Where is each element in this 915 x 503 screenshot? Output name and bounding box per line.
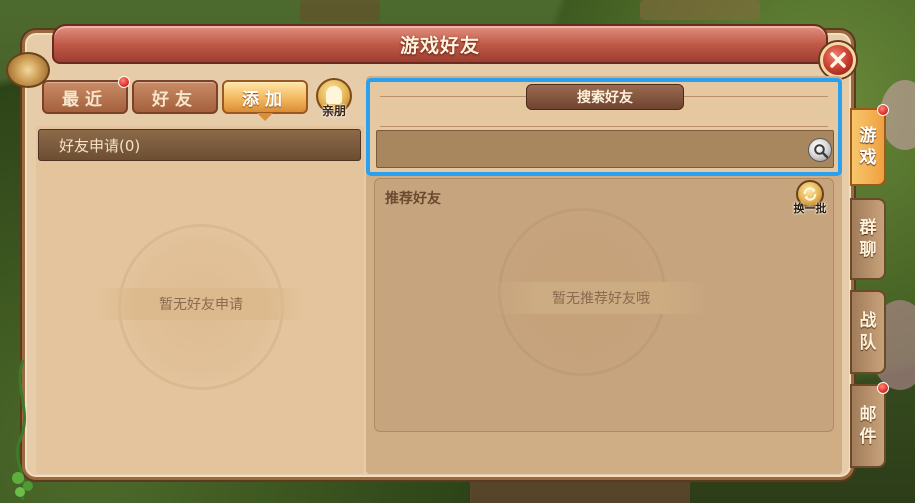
relatives-button[interactable]: 亲朋 <box>314 78 354 120</box>
tab-label: 添加 <box>242 89 288 110</box>
search-button[interactable] <box>808 138 832 162</box>
notification-badge <box>877 382 889 394</box>
tab-friends[interactable]: 好友 <box>132 80 218 114</box>
side-tab-char: 游 <box>859 125 877 146</box>
background-fence <box>640 0 760 20</box>
tab-label: 好友 <box>152 89 198 110</box>
notification-badge <box>118 76 130 88</box>
empty-recommend-band: 暂无推荐好友哦 <box>492 282 710 314</box>
notification-badge <box>877 104 889 116</box>
refresh-label: 换一批 <box>793 202 827 215</box>
tab-recent[interactable]: 最近 <box>42 80 128 114</box>
side-tab-char: 聊 <box>859 240 877 260</box>
empty-requests-text: 暂无好友申请 <box>159 297 243 313</box>
close-button[interactable] <box>820 42 856 78</box>
recommend-title: 推荐好友 <box>385 191 441 207</box>
side-tab-char: 队 <box>859 333 877 353</box>
tab-add[interactable]: 添加 <box>222 80 308 121</box>
search-title-label: 搜索好友 <box>577 90 633 106</box>
title-bar: 游戏好友 <box>52 24 828 64</box>
side-tab-mail[interactable]: 邮 件 <box>850 384 886 468</box>
friend-requests-label: 好友申请(0) <box>59 136 141 155</box>
side-tab-game[interactable]: 游 戏 <box>850 108 886 186</box>
side-tab-char: 戏 <box>859 148 877 168</box>
side-tab-char: 群 <box>859 217 877 238</box>
close-icon <box>830 52 846 68</box>
side-tab-char: 件 <box>859 427 877 447</box>
window-title: 游戏好友 <box>399 34 480 57</box>
side-tab-group-chat[interactable]: 群 聊 <box>850 198 886 280</box>
side-tab-char: 战 <box>859 310 877 331</box>
relatives-label: 亲朋 <box>321 104 346 118</box>
tab-label: 最近 <box>62 89 108 110</box>
refresh-button[interactable]: 换一批 <box>790 180 830 216</box>
search-title: 搜索好友 <box>526 84 684 110</box>
side-tab-char: 邮 <box>859 404 877 425</box>
divider <box>380 126 828 127</box>
side-tab-team[interactable]: 战 队 <box>850 290 886 374</box>
search-icon <box>814 144 829 159</box>
search-input[interactable] <box>376 130 834 168</box>
empty-requests-band: 暂无好友申请 <box>96 288 306 320</box>
empty-recommend-text: 暂无推荐好友哦 <box>552 291 650 307</box>
friend-requests-header: 好友申请(0) <box>38 129 361 161</box>
vine-decoration-icon <box>12 360 33 500</box>
background-barrel <box>300 0 380 22</box>
